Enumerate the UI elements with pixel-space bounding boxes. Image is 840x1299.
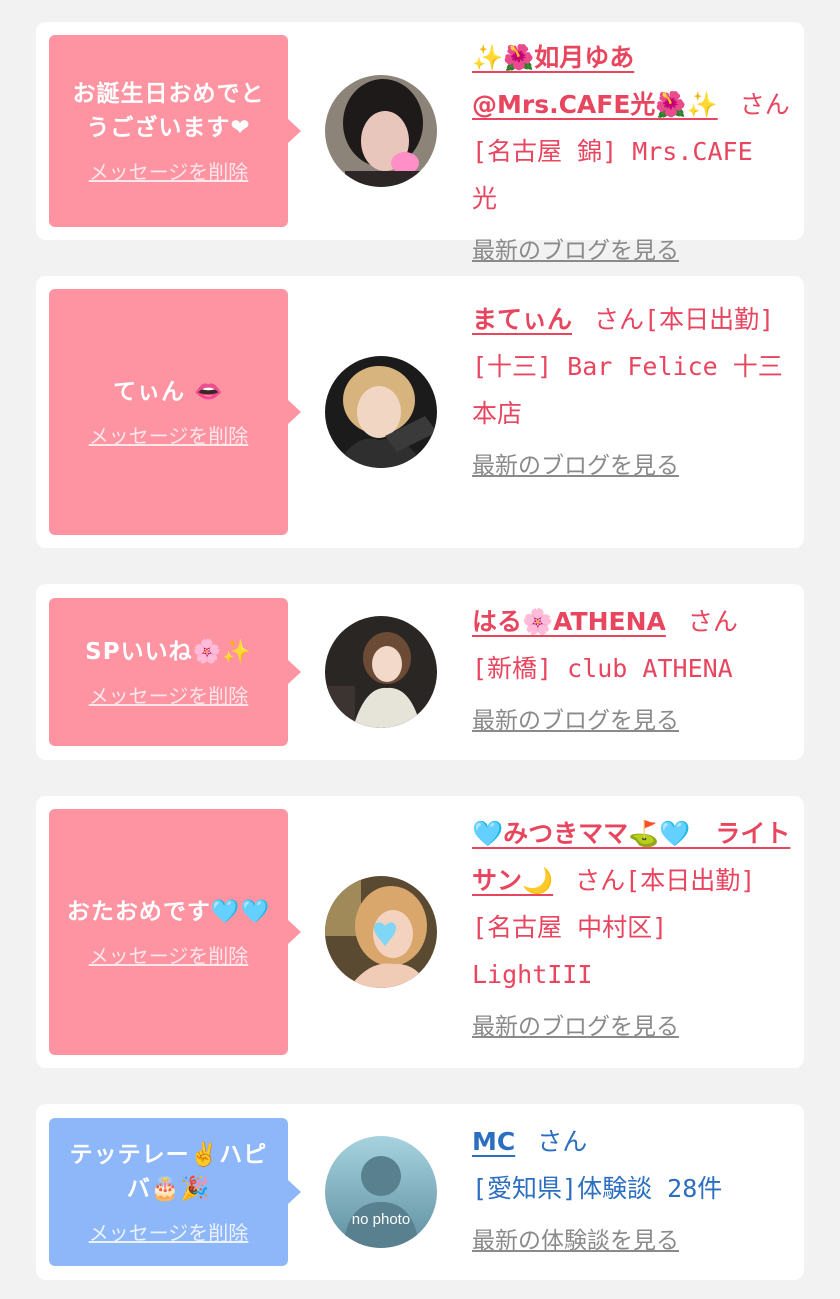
message-bubble: おたおめです🩵🩵 メッセージを削除	[49, 809, 301, 1055]
avatar[interactable]	[325, 876, 437, 988]
avatar[interactable]	[325, 75, 437, 187]
cast-name-link[interactable]: はる🌸ATHENA	[472, 607, 666, 636]
cast-name-link[interactable]: まてぃん	[472, 305, 572, 334]
profile-info: ✨🌺如月ゆあ@Mrs.CAFE光🌺✨ さん [名古屋 錦] Mrs.CAFE 光 …	[472, 34, 792, 266]
latest-blog-link[interactable]: 最新のブログを見る	[472, 236, 792, 266]
message-card: てぃん 👄 メッセージを削除 まてぃん さん[本日出勤] [十三] Bar Fel…	[36, 276, 804, 548]
cast-name-link[interactable]: ✨🌺如月ゆあ@Mrs.CAFE光🌺✨	[472, 43, 718, 119]
profile-info: まてぃん さん[本日出勤] [十三] Bar Felice 十三本店 最新のブログ…	[472, 296, 792, 481]
message-card: テッテレー✌️ハピバ🎂🎉 メッセージを削除 no photo MC さん [愛知県…	[36, 1104, 804, 1280]
message-card: おたおめです🩵🩵 メッセージを削除 🩵みつきママ⛳️🩵 ライトサン🌙 さん[本日出…	[36, 796, 804, 1068]
delete-message-link[interactable]: メッセージを削除	[89, 683, 249, 709]
profile-info: MC さん [愛知県]体験談 28件 最新の体験談を見る	[472, 1118, 792, 1256]
message-bubble: お誕生日おめでとうございます❤ メッセージを削除	[49, 35, 301, 227]
delete-message-link[interactable]: メッセージを削除	[89, 159, 249, 185]
region-label: [愛知県]体験談 28件	[472, 1174, 723, 1203]
store-label: [名古屋 中村区] LightIII	[472, 913, 668, 989]
message-text: おたおめです🩵🩵	[66, 899, 271, 925]
delete-message-link[interactable]: メッセージを削除	[89, 423, 249, 449]
avatar[interactable]: no photo	[325, 1136, 437, 1248]
work-status: [本日出勤]	[644, 305, 775, 334]
message-text: テッテレー✌️ハピバ🎂🎉	[69, 1142, 268, 1202]
message-card: SPいいね🌸✨ メッセージを削除 はる🌸ATHENA さん [新橋] club A…	[36, 584, 804, 760]
message-text: お誕生日おめでとうございます❤	[72, 81, 265, 141]
reviewer-name-link[interactable]: MC	[472, 1127, 515, 1156]
avatar[interactable]	[325, 356, 437, 468]
delete-message-link[interactable]: メッセージを削除	[89, 1220, 249, 1246]
delete-message-link[interactable]: メッセージを削除	[89, 943, 249, 969]
latest-blog-link[interactable]: 最新のブログを見る	[472, 451, 792, 481]
latest-review-link[interactable]: 最新の体験談を見る	[472, 1226, 792, 1256]
message-bubble: てぃん 👄 メッセージを削除	[49, 289, 301, 535]
work-status: [本日出勤]	[625, 866, 756, 895]
honorific: さん	[575, 866, 626, 895]
avatar[interactable]	[325, 616, 437, 728]
store-label: [新橋] club ATHENA	[472, 654, 733, 683]
message-card: お誕生日おめでとうございます❤ メッセージを削除 ✨🌺如月ゆあ@Mrs.CAFE…	[36, 22, 804, 264]
message-text: SPいいね🌸✨	[85, 639, 252, 665]
honorific: さん	[739, 90, 790, 119]
message-bubble: テッテレー✌️ハピバ🎂🎉 メッセージを削除	[49, 1118, 301, 1266]
store-label: [名古屋 錦] Mrs.CAFE 光	[472, 137, 753, 213]
profile-info: はる🌸ATHENA さん [新橋] club ATHENA 最新のブログを見る	[472, 598, 792, 736]
latest-blog-link[interactable]: 最新のブログを見る	[472, 1012, 792, 1042]
honorific: さん	[687, 607, 738, 636]
message-bubble: SPいいね🌸✨ メッセージを削除	[49, 598, 301, 746]
latest-blog-link[interactable]: 最新のブログを見る	[472, 706, 792, 736]
profile-info: 🩵みつきママ⛳️🩵 ライトサン🌙 さん[本日出勤] [名古屋 中村区] Light…	[472, 810, 792, 1042]
store-label: [十三] Bar Felice 十三本店	[472, 352, 783, 428]
message-text: てぃん 👄	[113, 379, 224, 405]
honorific: さん	[594, 305, 645, 334]
honorific: さん	[537, 1127, 588, 1156]
no-photo-text: no photo	[352, 1211, 410, 1228]
